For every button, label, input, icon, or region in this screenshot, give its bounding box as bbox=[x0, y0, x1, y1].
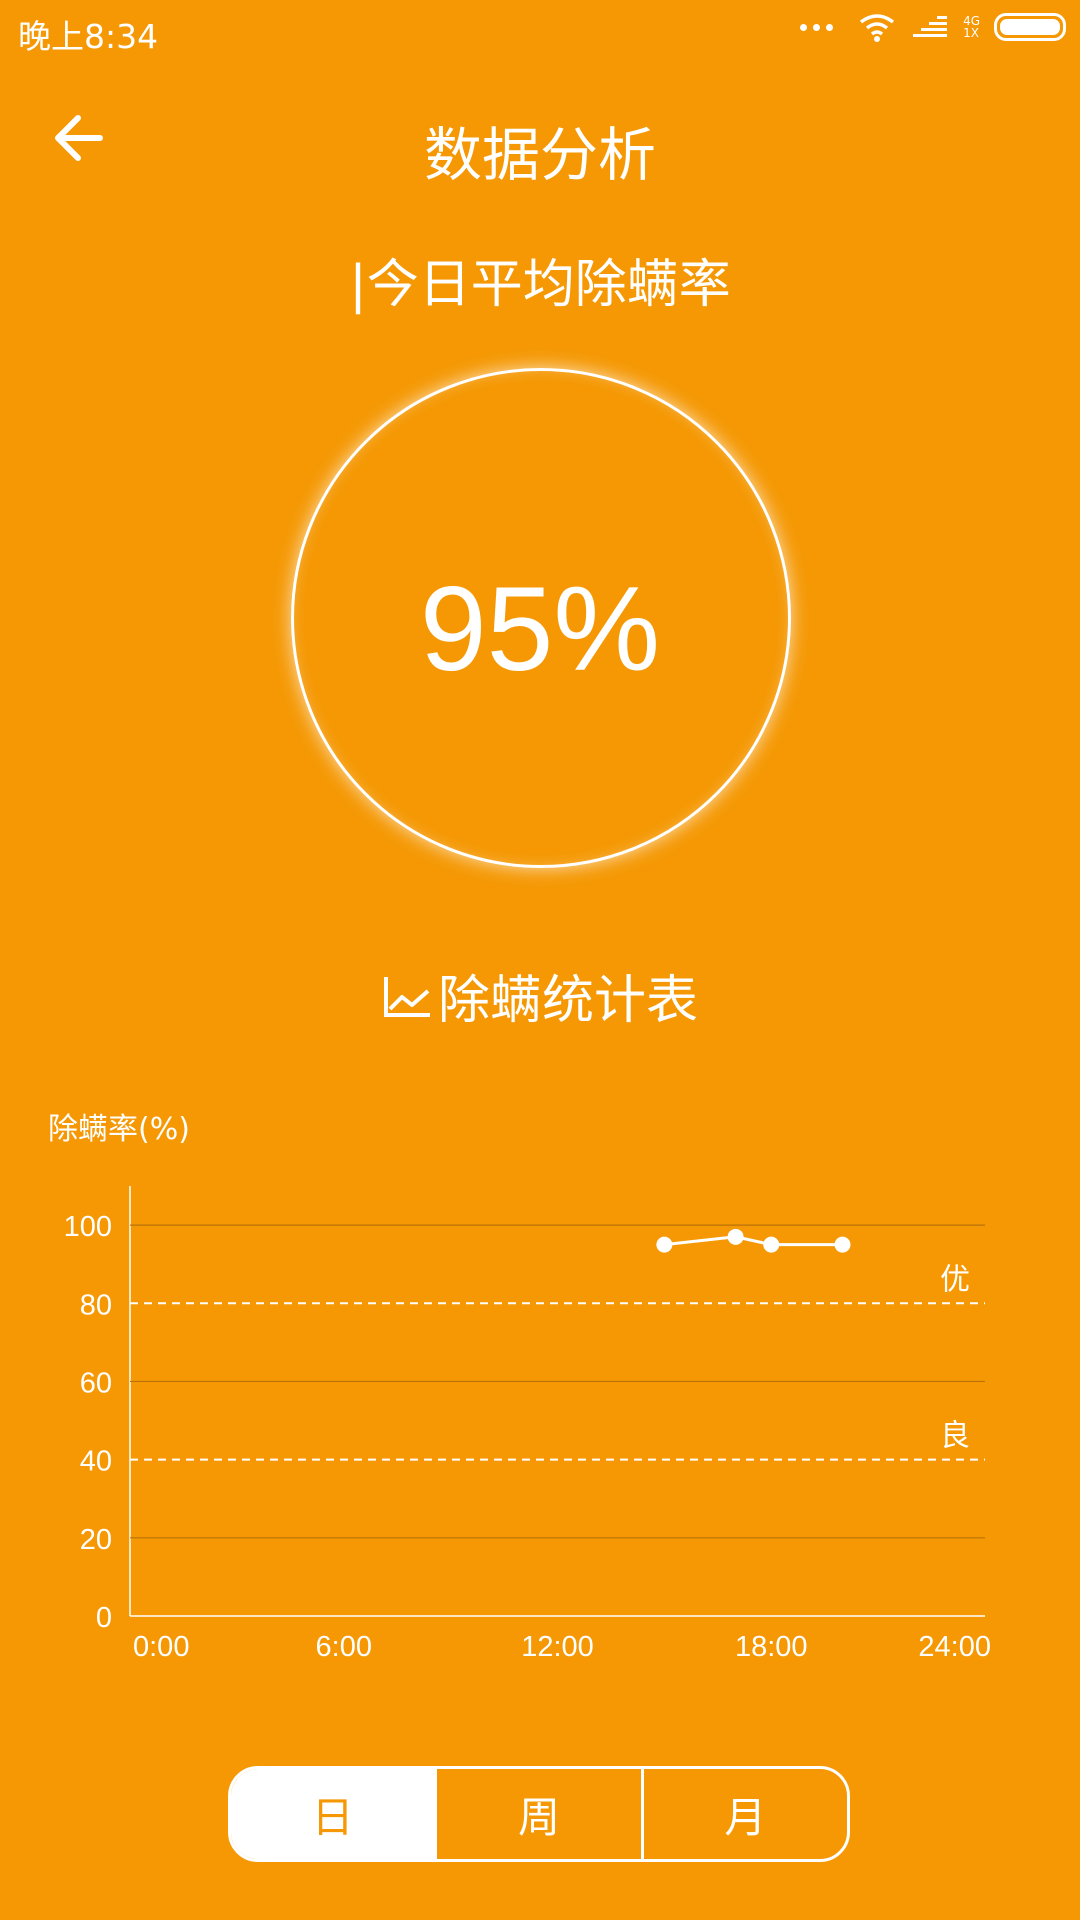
y-tick-label: 0 bbox=[96, 1602, 112, 1634]
series-line bbox=[664, 1235, 843, 1247]
period-tab-1[interactable]: 周 bbox=[434, 1769, 640, 1859]
x-tick-label: 0:00 bbox=[133, 1631, 189, 1663]
x-tick-label: 6:00 bbox=[316, 1631, 372, 1663]
data-point bbox=[656, 1236, 673, 1253]
y-tick-label: 20 bbox=[80, 1524, 112, 1556]
y-tick-label: 100 bbox=[64, 1211, 112, 1243]
data-point bbox=[727, 1228, 744, 1245]
data-point bbox=[763, 1236, 780, 1253]
y-tick-label: 80 bbox=[80, 1289, 112, 1321]
period-selector[interactable]: 日周月 bbox=[228, 1766, 850, 1862]
x-tick-label: 24:00 bbox=[918, 1631, 991, 1663]
period-tab-0[interactable]: 日 bbox=[231, 1769, 435, 1859]
period-tab-2[interactable]: 月 bbox=[640, 1769, 847, 1859]
threshold-label: 优 bbox=[940, 1262, 970, 1297]
x-tick-label: 18:00 bbox=[735, 1631, 808, 1663]
x-tick-label: 12:00 bbox=[521, 1631, 594, 1663]
line-chart: 0 20 40 60 80 100 优良 0:00 6:00 12:00 18:00 24:00 bbox=[64, 1186, 991, 1663]
y-tick-label: 40 bbox=[80, 1446, 112, 1478]
y-tick-label: 60 bbox=[80, 1367, 112, 1399]
threshold-label: 良 bbox=[940, 1419, 970, 1454]
data-point bbox=[834, 1236, 851, 1253]
